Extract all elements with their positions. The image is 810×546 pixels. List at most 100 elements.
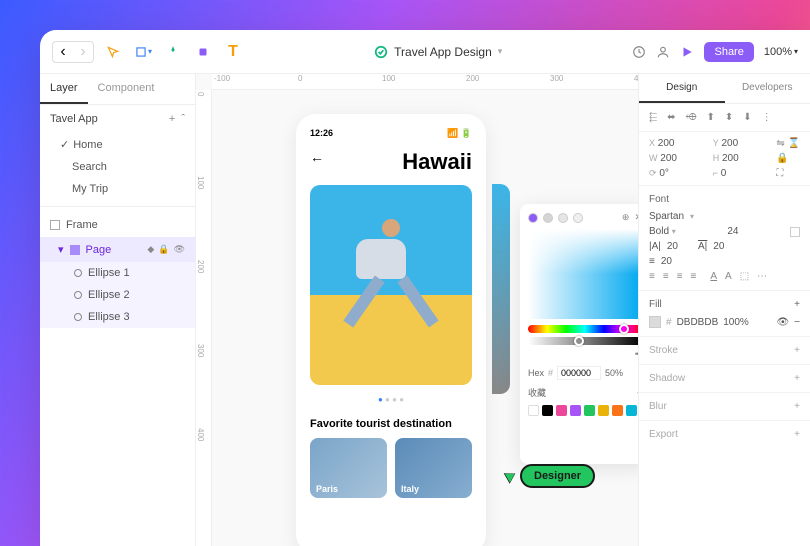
x-value[interactable]: 200 xyxy=(658,138,675,149)
paragraph-spacing[interactable]: 20 xyxy=(661,256,672,267)
y-value[interactable]: 200 xyxy=(721,138,738,149)
text-align-right-icon[interactable]: ≡ xyxy=(677,271,683,282)
letter-spacing[interactable]: 20 xyxy=(667,241,678,252)
tree-search[interactable]: Search xyxy=(40,156,195,178)
close-picker-icon[interactable]: ✕ xyxy=(634,212,638,223)
add-swatch-icon[interactable]: + xyxy=(637,388,638,398)
swatch[interactable] xyxy=(556,405,567,416)
align-middle-icon[interactable]: ⬍ xyxy=(725,112,733,123)
text-align-justify-icon[interactable]: ≡ xyxy=(691,271,697,282)
hero-image[interactable] xyxy=(310,185,472,385)
text-more-icon[interactable]: ⋯ xyxy=(757,271,767,282)
history-icon[interactable] xyxy=(632,45,646,59)
distribute-icon[interactable]: ⋮ xyxy=(762,112,772,123)
hex-input[interactable] xyxy=(557,366,601,380)
flip-h-icon[interactable]: ⇋ ⌛ xyxy=(776,138,800,149)
w-value[interactable]: 200 xyxy=(660,153,677,164)
color-picker-panel[interactable]: ⊕ ✕ ✒ Hex # 50% 收藏 + xyxy=(520,204,638,464)
layer-lock-icon[interactable]: 🔒 xyxy=(158,244,169,255)
align-bottom-icon[interactable]: ⬇ xyxy=(743,112,751,123)
shadow-section[interactable]: Shadow+ xyxy=(639,364,810,392)
tab-layer[interactable]: Layer xyxy=(40,74,88,104)
fill-swatch[interactable] xyxy=(649,316,661,328)
align-left-icon[interactable]: ⬱ xyxy=(649,112,657,123)
color-field[interactable] xyxy=(528,229,638,319)
fill-stop-1[interactable] xyxy=(528,213,538,223)
align-top-icon[interactable]: ⬆ xyxy=(707,112,715,123)
swatch[interactable] xyxy=(528,405,539,416)
alpha-slider[interactable] xyxy=(528,337,638,345)
fill-opacity[interactable]: 100% xyxy=(723,317,749,328)
tree-ellipse-1[interactable]: Ellipse 1 xyxy=(40,262,195,284)
font-checkbox[interactable] xyxy=(790,227,800,237)
text-fill-icon[interactable]: A xyxy=(725,271,732,282)
tab-component[interactable]: Component xyxy=(88,74,165,104)
add-stop-icon[interactable]: ⊕ xyxy=(622,212,630,223)
text-crop-icon[interactable]: ⬚ xyxy=(740,271,749,282)
fill-stop-3[interactable] xyxy=(558,213,568,223)
text-underline-icon[interactable]: A xyxy=(710,271,717,282)
share-button[interactable]: Share xyxy=(704,42,753,62)
swatch[interactable] xyxy=(584,405,595,416)
title-dropdown-icon[interactable]: ▾ xyxy=(498,46,503,57)
document-title[interactable]: Travel App Design xyxy=(394,45,492,59)
font-size[interactable]: 24 xyxy=(727,226,738,237)
corner-options-icon[interactable]: ⛶ xyxy=(776,168,800,179)
back-button[interactable]: ‹ xyxy=(53,42,73,62)
opacity-value[interactable]: 50% xyxy=(605,368,623,378)
eyedropper-icon[interactable]: ✒ xyxy=(634,349,638,360)
export-section[interactable]: Export+ xyxy=(639,420,810,448)
tree-ellipse-2[interactable]: Ellipse 2 xyxy=(40,284,195,306)
swatch[interactable] xyxy=(598,405,609,416)
fill-stop-4[interactable] xyxy=(573,213,583,223)
tree-page-selected[interactable]: ▾Page ◆ 🔒 👁 xyxy=(40,237,195,262)
select-tool[interactable] xyxy=(102,41,124,63)
fill-visibility-icon[interactable]: 👁 xyxy=(776,317,789,328)
swatch[interactable] xyxy=(612,405,623,416)
play-button[interactable] xyxy=(680,45,694,59)
add-fill-icon[interactable]: + xyxy=(794,299,800,310)
hue-slider[interactable] xyxy=(528,325,638,333)
tree-mytrip[interactable]: My Trip xyxy=(40,178,195,200)
collapse-icon[interactable]: ˆ xyxy=(181,113,185,125)
component-tool[interactable] xyxy=(192,41,214,63)
fill-stop-2[interactable] xyxy=(543,213,553,223)
lock-aspect-icon[interactable]: 🔒 xyxy=(776,153,800,164)
rotate-value[interactable]: 0° xyxy=(659,168,669,179)
pen-tool[interactable] xyxy=(162,41,184,63)
text-align-center-icon[interactable]: ≡ xyxy=(663,271,669,282)
stroke-section[interactable]: Stroke+ xyxy=(639,336,810,364)
font-family[interactable]: Spartan xyxy=(649,211,684,222)
text-align-left-icon[interactable]: ≡ xyxy=(649,271,655,282)
add-page-icon[interactable]: + xyxy=(169,113,175,125)
corner-value[interactable]: 0 xyxy=(721,168,727,179)
tab-design[interactable]: Design xyxy=(639,74,725,103)
fill-remove-icon[interactable]: − xyxy=(794,317,800,328)
h-value[interactable]: 200 xyxy=(722,153,739,164)
frame-tool[interactable]: ▾ xyxy=(132,41,154,63)
font-weight[interactable]: Bold xyxy=(649,226,669,237)
swatch[interactable] xyxy=(542,405,553,416)
fill-hex[interactable]: DBDBDB xyxy=(677,317,719,328)
carousel-dots[interactable]: ● ● ● ● xyxy=(310,395,472,404)
swatch[interactable] xyxy=(626,405,637,416)
tree-home[interactable]: ✓Home xyxy=(40,133,195,156)
card-paris[interactable]: Paris xyxy=(310,438,387,498)
line-height[interactable]: 20 xyxy=(713,241,724,252)
card-italy[interactable]: Italy xyxy=(395,438,472,498)
blur-section[interactable]: Blur+ xyxy=(639,392,810,420)
tree-frame[interactable]: Frame xyxy=(40,213,195,237)
artboard-home[interactable]: 12:26 📶 🔋 ← Hawaii ● ● ● ● Favorite tour… xyxy=(296,114,486,546)
swatch[interactable] xyxy=(570,405,581,416)
canvas[interactable]: -1000100200300400 0100200300400 12:26 📶 … xyxy=(196,74,638,546)
layer-eye-icon[interactable]: 👁 xyxy=(174,244,185,255)
zoom-control[interactable]: 100%▾ xyxy=(764,46,798,58)
forward-button[interactable]: › xyxy=(73,42,93,62)
align-center-h-icon[interactable]: ⬌ xyxy=(667,112,675,123)
align-right-icon[interactable]: ⬲ xyxy=(686,112,697,123)
layer-diamond-icon[interactable]: ◆ xyxy=(147,244,154,255)
text-tool[interactable]: T xyxy=(222,41,244,63)
user-icon[interactable] xyxy=(656,45,670,59)
tab-developers[interactable]: Developers xyxy=(725,74,810,103)
tree-ellipse-3[interactable]: Ellipse 3 xyxy=(40,306,195,328)
